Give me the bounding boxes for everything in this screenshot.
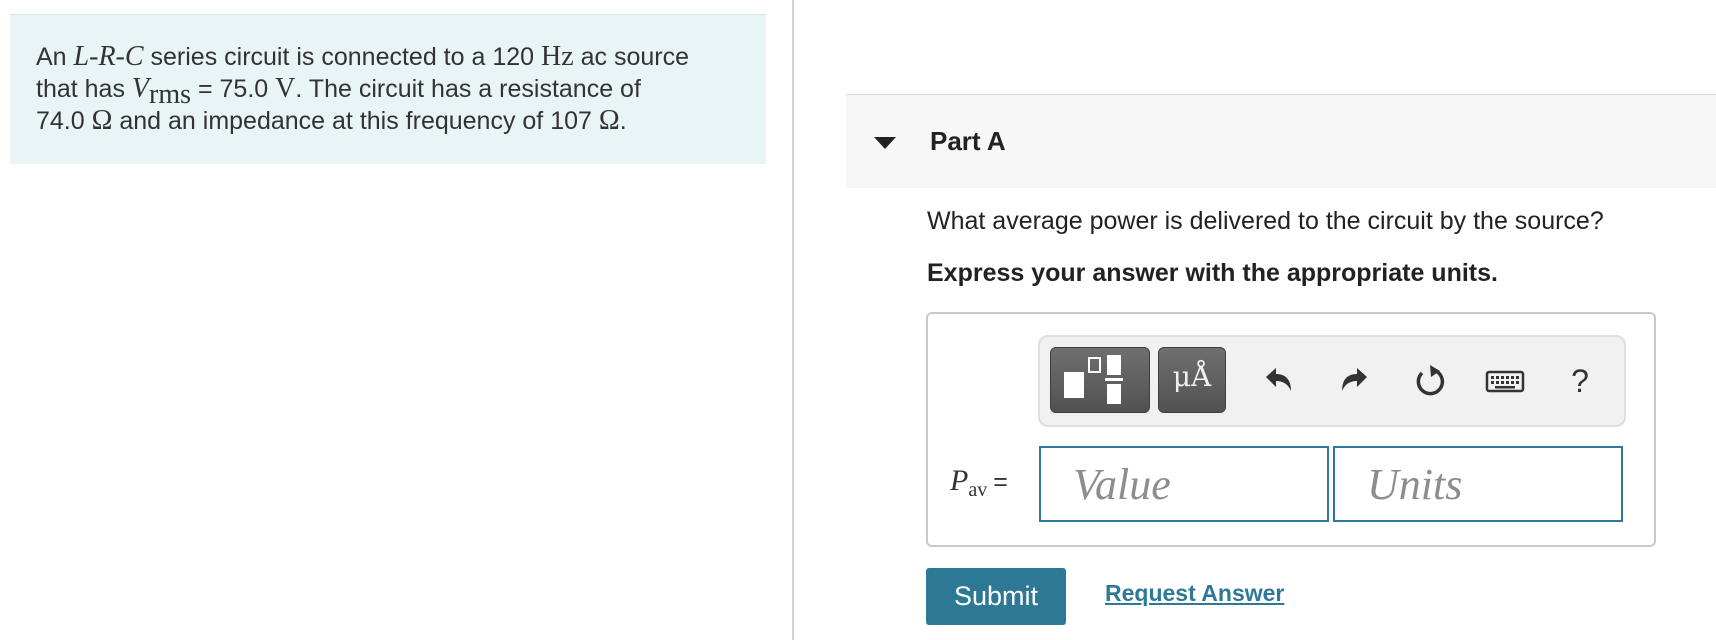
submit-button[interactable]: Submit — [926, 568, 1066, 625]
units-button[interactable]: μÅ — [1158, 347, 1226, 413]
problem-text: . The circuit has a resistance of — [295, 75, 641, 103]
panel-divider — [792, 0, 794, 640]
variable-symbol: P — [950, 464, 969, 497]
part-a-header[interactable]: Part A — [846, 94, 1716, 188]
answer-box: μÅ ? Pav = — [926, 312, 1656, 547]
math-ohm: Ω — [598, 105, 620, 136]
problem-text: = 75.0 — [191, 75, 276, 103]
math-r: R — [98, 41, 116, 72]
units-icon: μÅ — [1172, 360, 1212, 393]
value-input[interactable] — [1039, 446, 1329, 522]
problem-line-2: that has Vrms = 75.0 V. The circuit has … — [36, 73, 740, 109]
request-answer-link[interactable]: Request Answer — [1105, 580, 1284, 607]
problem-text: and an impedance at this frequency of 10… — [112, 107, 599, 135]
problem-text: ac source — [573, 43, 689, 71]
instruction-text: Express your answer with the appropriate… — [927, 259, 1498, 287]
redo-icon[interactable] — [1335, 361, 1375, 401]
math-c: C — [124, 41, 144, 72]
math-volt: V — [275, 73, 296, 104]
help-icon[interactable]: ? — [1560, 361, 1600, 401]
units-input[interactable] — [1333, 446, 1623, 522]
problem-line-3: 74.0 Ω and an impedance at this frequenc… — [36, 105, 740, 137]
problem-line-1: An L-R-C series circuit is connected to … — [36, 41, 740, 73]
math-hz: Hz — [541, 41, 574, 72]
math-l: L — [73, 41, 90, 72]
templates-icon — [1064, 355, 1123, 404]
templates-button[interactable] — [1050, 347, 1150, 413]
math-ohm: Ω — [91, 105, 113, 136]
part-title: Part A — [930, 126, 1006, 156]
problem-text: that has — [36, 75, 132, 103]
problem-text: . — [619, 107, 627, 135]
question-text: What average power is delivered to the c… — [927, 207, 1604, 235]
problem-text: series circuit is connected to a 120 — [143, 43, 541, 71]
math-dash: - — [115, 41, 125, 72]
problem-statement: An L-R-C series circuit is connected to … — [10, 14, 766, 164]
problem-text: An — [36, 43, 74, 71]
math-v: V — [131, 73, 150, 104]
keyboard-icon[interactable] — [1485, 361, 1525, 401]
equals-sign: = — [993, 468, 1008, 496]
variable-subscript: av — [968, 479, 988, 501]
reset-icon[interactable] — [1410, 361, 1450, 401]
collapse-caret-icon[interactable] — [874, 137, 896, 149]
undo-icon[interactable] — [1258, 361, 1298, 401]
problem-text: 74.0 — [36, 107, 92, 135]
math-toolbar: μÅ ? — [1038, 335, 1626, 427]
variable-label: Pav = — [950, 464, 1008, 502]
